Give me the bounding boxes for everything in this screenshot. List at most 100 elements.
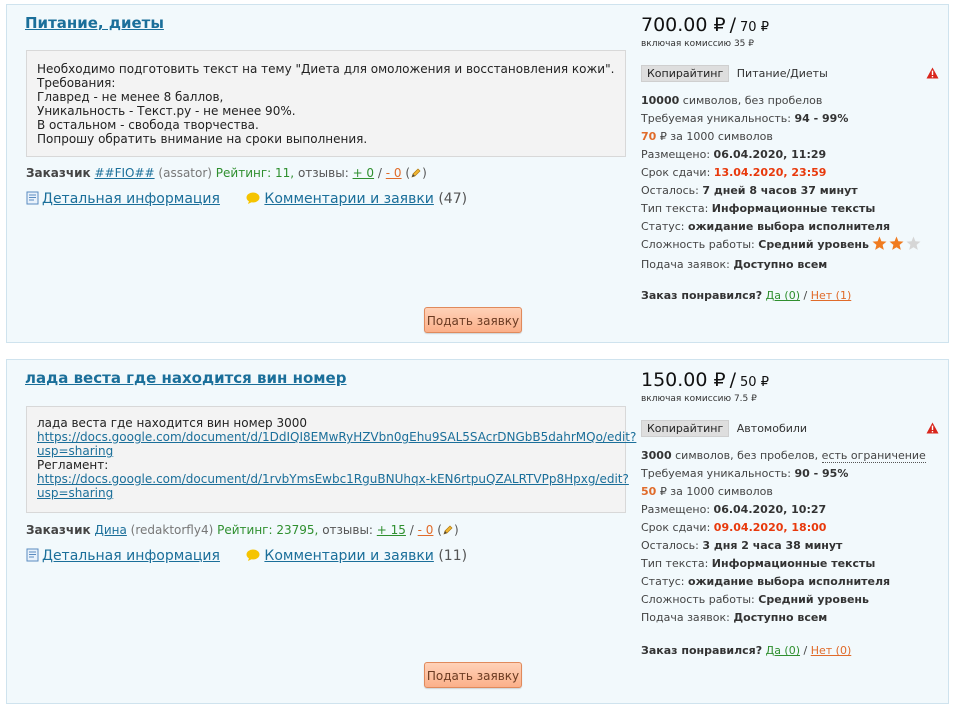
status-label: Статус: bbox=[641, 220, 685, 233]
order-links: Детальная информация Комментарии и заявк… bbox=[26, 548, 467, 564]
description-line: Необходимо подготовить текст на тему "Ди… bbox=[37, 62, 615, 76]
description-line: Главред - не менее 8 баллов, bbox=[37, 90, 224, 104]
liked-separator: / bbox=[803, 644, 808, 657]
paren-close: ) bbox=[422, 166, 427, 180]
liked-label: Заказ понравился? bbox=[641, 644, 763, 657]
submit-label: Подача заявок: bbox=[641, 611, 730, 624]
chars-count: 3000 bbox=[641, 449, 672, 462]
posted-label: Размещено: bbox=[641, 503, 711, 516]
comments-link[interactable]: Комментарии и заявки bbox=[264, 191, 433, 207]
price: 150.00 ₽/50 ₽ bbox=[641, 369, 769, 391]
order-tags: Копирайтинг Автомобили bbox=[641, 420, 807, 437]
liked-question: Заказ понравился? Да (0) / Нет (0) bbox=[641, 644, 851, 657]
order-tags: Копирайтинг Питание/Диеты bbox=[641, 65, 828, 82]
order-description: лада веста где находится вин номер 3000 … bbox=[26, 406, 636, 513]
price-per-1000: 50 ₽ bbox=[740, 375, 769, 390]
liked-separator: / bbox=[803, 289, 808, 302]
liked-question: Заказ понравился? Да (0) / Нет (1) bbox=[641, 289, 851, 302]
price-total: 700.00 ₽ bbox=[641, 14, 726, 36]
description-line: Уникальность - Текст.ру - не менее 90%. bbox=[37, 104, 296, 118]
submit-value: Доступно всем bbox=[733, 611, 828, 624]
report-warning-icon[interactable] bbox=[926, 67, 939, 79]
difficulty-label: Сложность работы: bbox=[641, 593, 755, 606]
description-link[interactable]: usp=sharing bbox=[37, 486, 615, 500]
pencil-icon[interactable] bbox=[410, 167, 422, 179]
order-title-link[interactable]: лада веста где находится вин номер bbox=[25, 369, 346, 387]
order-description: Необходимо подготовить текст на тему "Ди… bbox=[26, 50, 626, 157]
comment-bubble-icon bbox=[246, 549, 260, 561]
liked-no-link[interactable]: Нет (1) bbox=[811, 289, 852, 302]
type-label: Тип текста: bbox=[641, 202, 709, 215]
rate-suffix: ₽ за 1000 символов bbox=[659, 130, 773, 143]
comments-link[interactable]: Комментарии и заявки bbox=[264, 548, 433, 564]
submit-label: Подача заявок: bbox=[641, 258, 730, 271]
uniq-value: 94 - 99% bbox=[794, 112, 849, 125]
customer-name-link[interactable]: Дина bbox=[94, 523, 126, 537]
due-value: 09.04.2020, 18:00 bbox=[713, 521, 827, 534]
apply-button[interactable]: Подать заявку bbox=[424, 662, 522, 688]
apply-button[interactable]: Подать заявку bbox=[424, 307, 522, 333]
uniq-value: 90 - 95% bbox=[794, 467, 849, 480]
status-value: ожидание выбора исполнителя bbox=[688, 220, 891, 233]
submit-value: Доступно всем bbox=[733, 258, 828, 271]
star-icon bbox=[889, 236, 904, 250]
report-warning-icon[interactable] bbox=[926, 422, 939, 434]
order-links: Детальная информация Комментарии и заявк… bbox=[26, 191, 467, 207]
order-meta: 10000 символов, без пробелов Требуемая у… bbox=[641, 92, 922, 274]
order-title-link[interactable]: Питание, диеты bbox=[25, 14, 164, 32]
difficulty-stars bbox=[872, 236, 921, 250]
price: 700.00 ₽/70 ₽ bbox=[641, 14, 769, 36]
liked-label: Заказ понравился? bbox=[641, 289, 763, 302]
description-link[interactable]: https://docs.google.com/document/d/1rvbY… bbox=[37, 472, 629, 486]
reviews-negative-link[interactable]: - 0 bbox=[386, 166, 402, 180]
status-value: ожидание выбора исполнителя bbox=[688, 575, 891, 588]
description-line: Требования: bbox=[37, 76, 116, 90]
rate-suffix: ₽ за 1000 символов bbox=[659, 485, 773, 498]
due-value: 13.04.2020, 23:59 bbox=[713, 166, 827, 179]
reviews-label: отзывы: bbox=[297, 166, 349, 180]
description-line: Регламент: bbox=[37, 458, 109, 472]
liked-yes-link[interactable]: Да (0) bbox=[766, 644, 800, 657]
pencil-icon[interactable] bbox=[442, 524, 454, 536]
reviews-separator: / bbox=[377, 166, 382, 180]
rating-label: Рейтинг: bbox=[217, 523, 273, 537]
rating-value: 23795, bbox=[276, 523, 319, 537]
customer-info: Заказчик ##FIO## (assator) Рейтинг: 11, … bbox=[26, 166, 427, 180]
reviews-label: отзывы: bbox=[322, 523, 373, 537]
customer-login: (assator) bbox=[158, 166, 212, 180]
document-icon bbox=[26, 191, 39, 205]
reviews-positive-link[interactable]: + 0 bbox=[353, 166, 375, 180]
details-link[interactable]: Детальная информация bbox=[42, 548, 220, 564]
difficulty-value: Средний уровень bbox=[758, 593, 869, 606]
description-link[interactable]: https://docs.google.com/document/d/1DdIQ… bbox=[37, 430, 636, 444]
service-tag: Копирайтинг bbox=[641, 420, 730, 437]
uniq-label: Требуемая уникальность: bbox=[641, 112, 791, 125]
type-value: Информационные тексты bbox=[711, 557, 876, 570]
chars-count: 10000 bbox=[641, 94, 680, 107]
description-line: В остальном - свобода творчества. bbox=[37, 118, 259, 132]
posted-value: 06.04.2020, 10:27 bbox=[713, 503, 827, 516]
reviews-separator: / bbox=[409, 523, 414, 537]
customer-login: (redaktorfly4) bbox=[130, 523, 214, 537]
details-link[interactable]: Детальная информация bbox=[42, 191, 220, 207]
customer-name-link[interactable]: ##FIO## bbox=[94, 166, 154, 180]
left-label: Осталось: bbox=[641, 539, 699, 552]
price-separator: / bbox=[729, 14, 737, 36]
star-icon bbox=[872, 236, 887, 250]
chars-suffix: символов, без пробелов bbox=[682, 94, 823, 107]
description-link[interactable]: usp=sharing bbox=[37, 444, 615, 458]
limit-note[interactable]: есть ограничение bbox=[821, 449, 926, 463]
paren-close: ) bbox=[453, 523, 459, 537]
rate-value: 70 bbox=[641, 130, 657, 143]
comments-count: (11) bbox=[438, 548, 468, 564]
category: Автомобили bbox=[736, 422, 808, 435]
reviews-positive-link[interactable]: + 15 bbox=[377, 523, 406, 537]
reviews-negative-link[interactable]: - 0 bbox=[418, 523, 434, 537]
commission-note: включая комиссию 7.5 ₽ bbox=[641, 394, 757, 404]
customer-label: Заказчик bbox=[26, 523, 91, 537]
liked-no-link[interactable]: Нет (0) bbox=[811, 644, 852, 657]
left-value: 3 дня 2 часа 38 минут bbox=[702, 539, 843, 552]
price-per-1000: 70 ₽ bbox=[740, 20, 769, 35]
liked-yes-link[interactable]: Да (0) bbox=[766, 289, 800, 302]
type-label: Тип текста: bbox=[641, 557, 709, 570]
